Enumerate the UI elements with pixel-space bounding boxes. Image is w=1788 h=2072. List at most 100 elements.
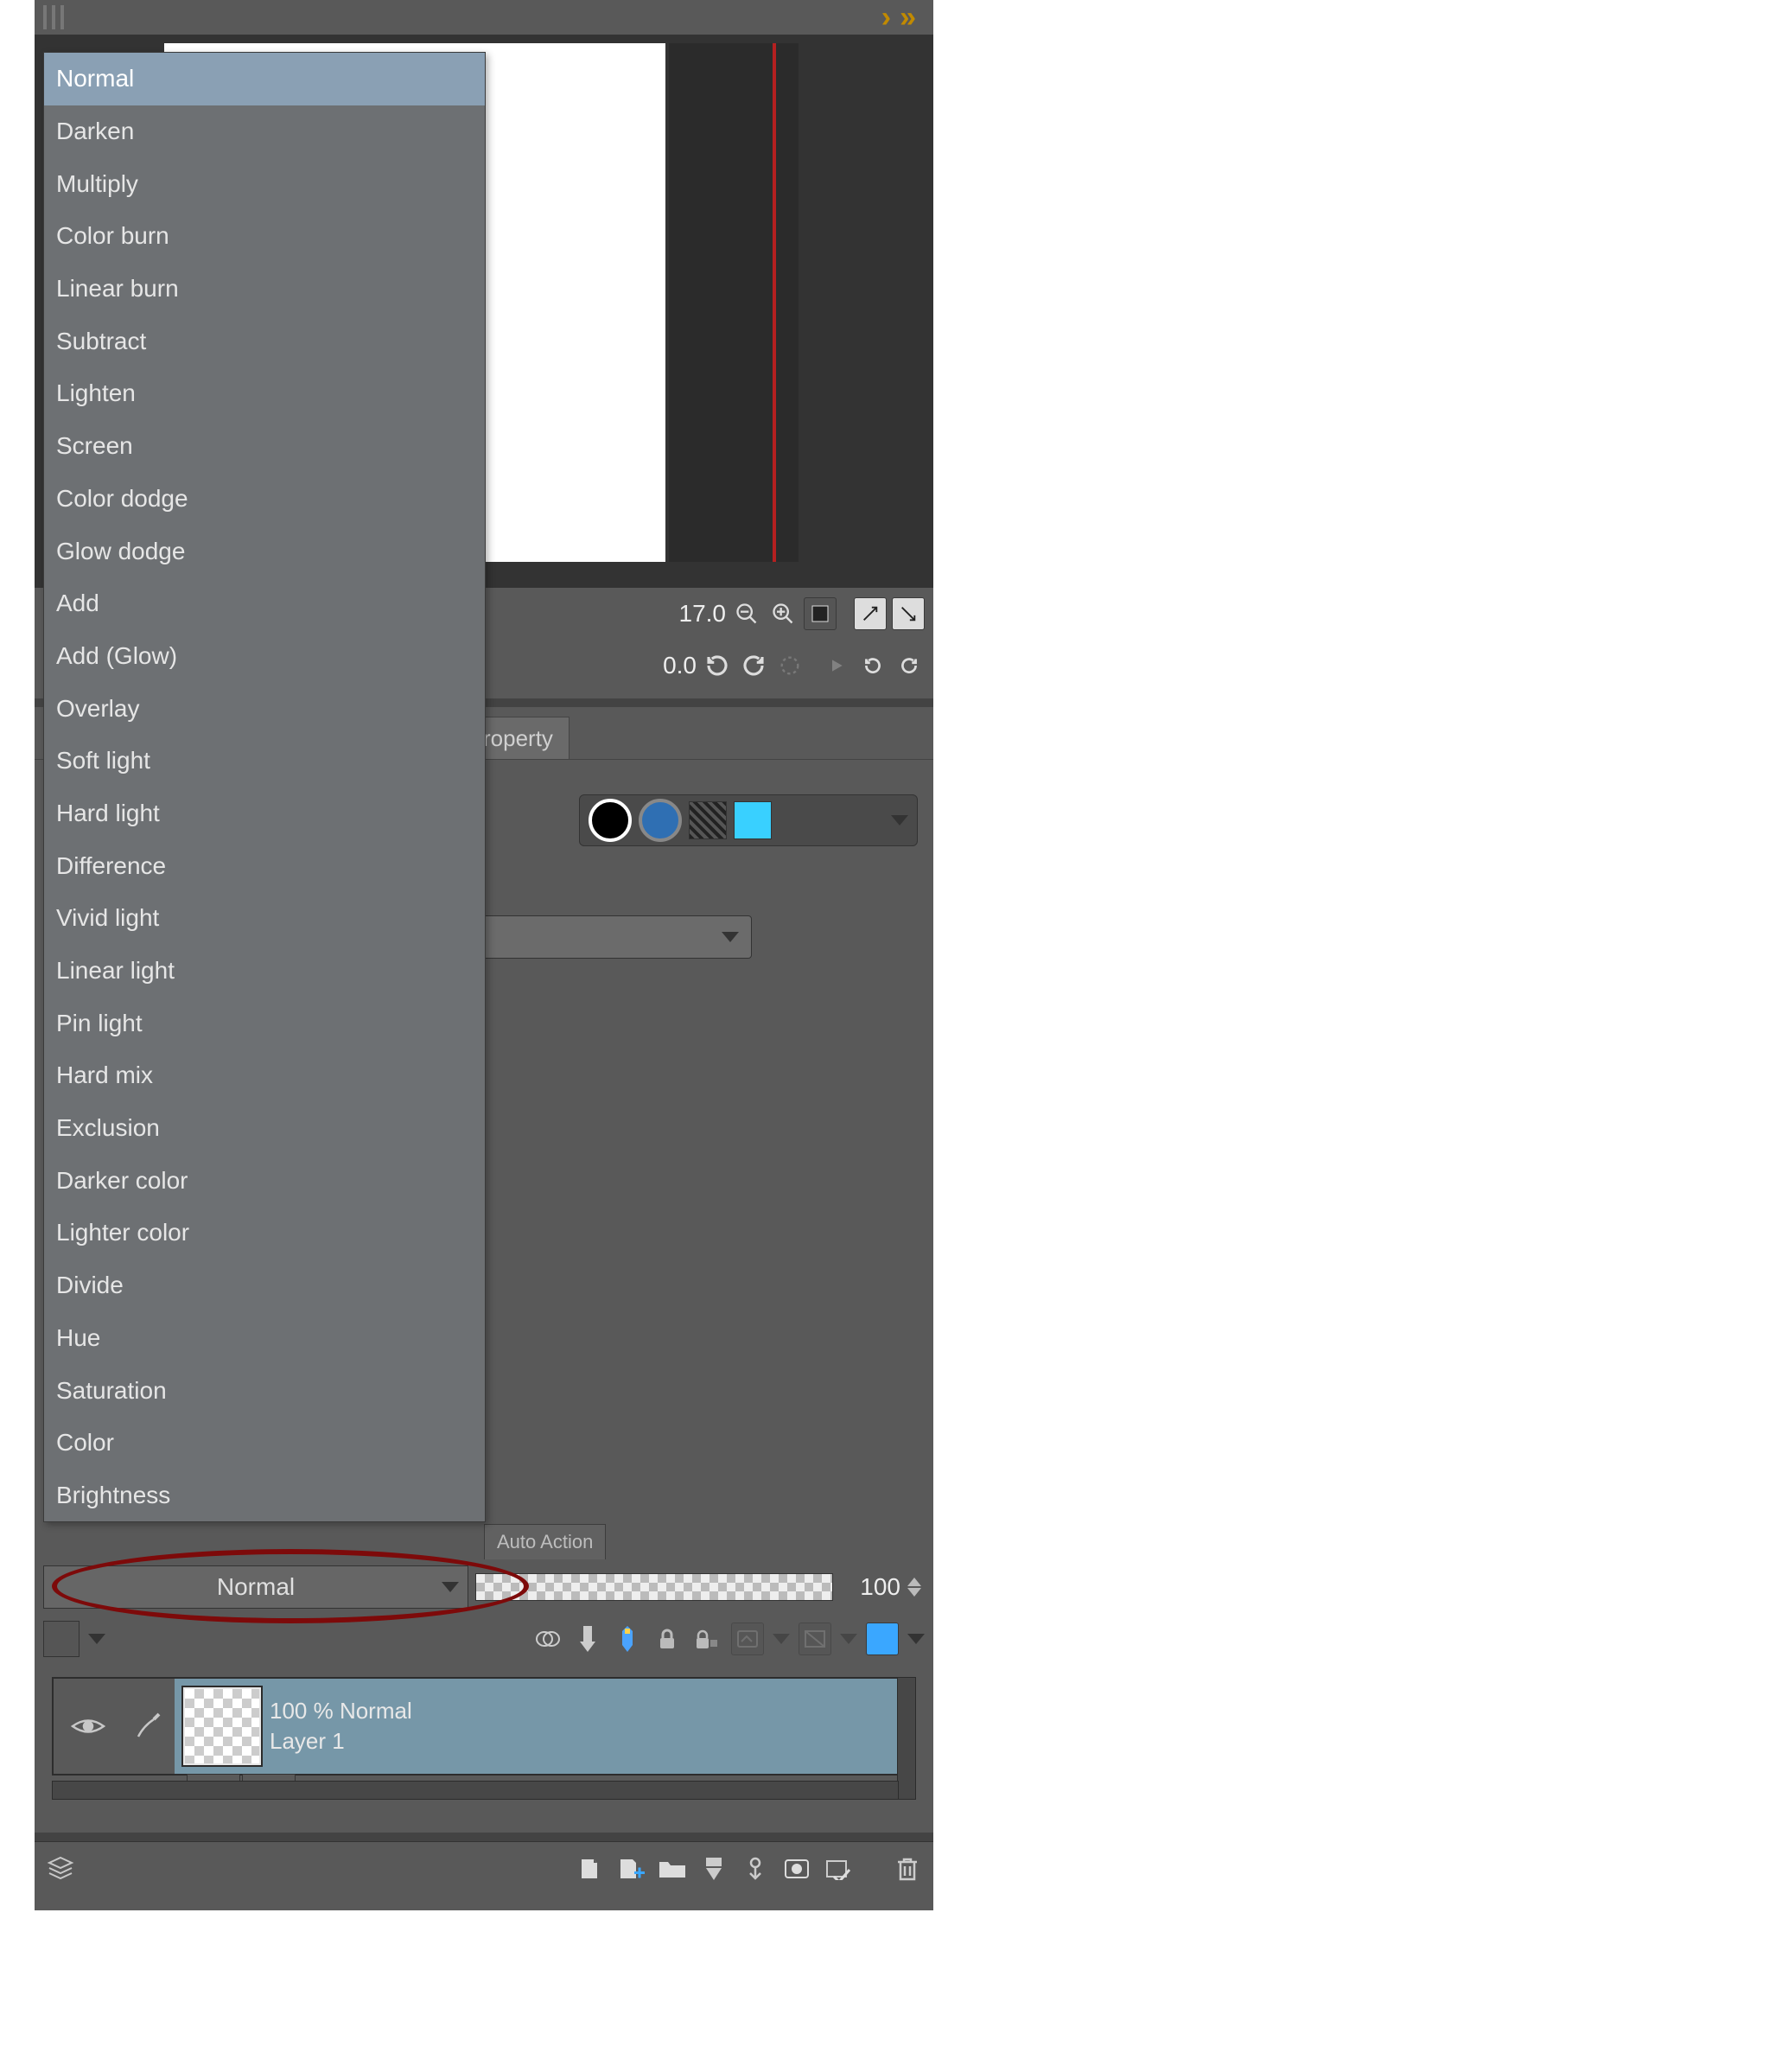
rotation-value: 0.0 bbox=[627, 652, 697, 679]
tab-auto-action-label: Auto Action bbox=[497, 1531, 593, 1553]
blend-mode-option[interactable]: Color bbox=[44, 1417, 485, 1470]
chevron-down-icon[interactable] bbox=[88, 1634, 105, 1644]
trash-icon[interactable] bbox=[892, 1853, 923, 1884]
clip-mask-icon[interactable] bbox=[532, 1623, 563, 1654]
flip-vertical-button[interactable] bbox=[892, 597, 925, 630]
lock-icon[interactable] bbox=[652, 1623, 683, 1654]
blend-mode-option[interactable]: Hard light bbox=[44, 787, 485, 840]
play-icon[interactable] bbox=[821, 650, 852, 681]
blend-mode-option[interactable]: Overlay bbox=[44, 682, 485, 735]
layer-status-label: 100 % Normal bbox=[270, 1698, 412, 1725]
blend-mode-option[interactable]: Exclusion bbox=[44, 1102, 485, 1155]
mask-button[interactable] bbox=[731, 1623, 764, 1655]
blend-mode-option[interactable]: Hue bbox=[44, 1312, 485, 1365]
chevron-down-icon bbox=[442, 1582, 459, 1592]
blend-mode-dropdown-label: Normal bbox=[217, 1573, 295, 1601]
layer-row[interactable]: 100 % Normal Layer 1 bbox=[52, 1677, 899, 1776]
app-panel: › » 17.0 0.0 bbox=[35, 0, 933, 1910]
blend-mode-option[interactable]: Darker color bbox=[44, 1154, 485, 1207]
blend-mode-option[interactable]: Darken bbox=[44, 105, 485, 158]
layer-type-button[interactable] bbox=[43, 1621, 80, 1657]
blend-mode-option[interactable]: Color burn bbox=[44, 210, 485, 263]
chevron-down-icon[interactable] bbox=[907, 1634, 925, 1644]
canvas-dark-region bbox=[669, 43, 799, 562]
zoom-out-icon[interactable] bbox=[731, 598, 762, 629]
blend-mode-dropdown[interactable]: Normal bbox=[43, 1565, 468, 1609]
flip-horizontal-button[interactable] bbox=[854, 597, 887, 630]
layer-active-edit-icon[interactable] bbox=[123, 1679, 175, 1774]
blend-mode-option[interactable]: Add bbox=[44, 577, 485, 630]
blend-mode-option[interactable]: Subtract bbox=[44, 315, 485, 367]
new-layer-icon[interactable] bbox=[574, 1853, 605, 1884]
opacity-spinner[interactable] bbox=[907, 1578, 925, 1597]
blend-mode-option[interactable]: Glow dodge bbox=[44, 525, 485, 577]
layer-horizontal-scrollbar[interactable] bbox=[52, 1781, 899, 1800]
lock-transparent-icon[interactable] bbox=[691, 1623, 722, 1654]
layer-text: 100 % Normal Layer 1 bbox=[270, 1698, 412, 1755]
blend-mode-option[interactable]: Difference bbox=[44, 839, 485, 892]
grip-icon bbox=[35, 5, 64, 29]
apply-mask-icon[interactable] bbox=[823, 1853, 854, 1884]
blend-mode-option[interactable]: Soft light bbox=[44, 735, 485, 787]
layer-visibility-toggle[interactable] bbox=[54, 1679, 123, 1774]
layer-opacity-slider[interactable] bbox=[475, 1573, 833, 1601]
layer-thumbnail[interactable] bbox=[183, 1687, 261, 1765]
blend-mode-option[interactable]: Color dodge bbox=[44, 473, 485, 526]
swatch-black[interactable] bbox=[589, 799, 632, 842]
swatch-blue[interactable] bbox=[639, 799, 682, 842]
chevron-right-icon[interactable]: › bbox=[881, 1, 891, 35]
swatch-dropdown-icon[interactable] bbox=[891, 815, 908, 826]
blend-mode-option[interactable]: Pin light bbox=[44, 997, 485, 1049]
blend-mode-option[interactable]: Vivid light bbox=[44, 892, 485, 945]
layer-vertical-scrollbar[interactable] bbox=[897, 1677, 916, 1800]
blend-mode-option[interactable]: Linear light bbox=[44, 945, 485, 998]
new-folder-icon[interactable] bbox=[657, 1853, 688, 1884]
chevron-down-icon bbox=[722, 932, 739, 942]
blend-mode-option[interactable]: Brightness bbox=[44, 1470, 485, 1522]
blend-mode-option[interactable]: Add (Glow) bbox=[44, 630, 485, 683]
blend-mode-option[interactable]: Hard mix bbox=[44, 1049, 485, 1102]
blend-mode-option[interactable]: Linear burn bbox=[44, 263, 485, 316]
merge-down-icon[interactable] bbox=[740, 1853, 771, 1884]
layer-footer-toolbar bbox=[35, 1841, 933, 1896]
double-chevron-right-icon[interactable]: » bbox=[900, 1, 916, 35]
chevron-down-icon[interactable] bbox=[773, 1634, 790, 1644]
draft-layer-icon[interactable] bbox=[612, 1623, 643, 1654]
blend-mode-option[interactable]: Screen bbox=[44, 420, 485, 473]
fit-screen-button[interactable] bbox=[804, 597, 837, 630]
tab-property-label: roperty bbox=[483, 725, 553, 752]
blend-mode-menu[interactable]: NormalDarkenMultiplyColor burnLinear bur… bbox=[43, 52, 486, 1522]
timeline-playhead[interactable] bbox=[773, 43, 776, 562]
zoom-value: 17.0 bbox=[657, 600, 726, 628]
swatch-cyan[interactable] bbox=[734, 801, 772, 839]
layer-toolbar bbox=[35, 1615, 933, 1663]
swatch-pattern[interactable] bbox=[689, 801, 727, 839]
chevron-down-icon[interactable] bbox=[840, 1634, 857, 1644]
create-mask-icon[interactable] bbox=[781, 1853, 812, 1884]
panel-drag-handle[interactable]: › » bbox=[35, 0, 933, 35]
layer-name-label[interactable]: Layer 1 bbox=[270, 1728, 412, 1755]
rotate-cw-icon[interactable] bbox=[738, 650, 769, 681]
lower-tab-row: Auto Action bbox=[35, 1520, 933, 1559]
rotate-ccw-icon[interactable] bbox=[702, 650, 733, 681]
tab-auto-action[interactable]: Auto Action bbox=[484, 1524, 606, 1559]
blend-mode-option[interactable]: Lighter color bbox=[44, 1207, 485, 1259]
new-layer-plus-icon[interactable] bbox=[615, 1853, 646, 1884]
reset-rotation-button[interactable] bbox=[774, 650, 805, 681]
rotate-cw-small-icon[interactable] bbox=[894, 650, 925, 681]
transfer-down-icon[interactable] bbox=[698, 1853, 729, 1884]
reference-layer-icon[interactable] bbox=[572, 1623, 603, 1654]
ruler-button[interactable] bbox=[799, 1623, 831, 1655]
layer-opacity-value: 100 bbox=[840, 1573, 900, 1601]
color-swatch-strip bbox=[579, 794, 918, 846]
blend-mode-option[interactable]: Normal bbox=[44, 53, 485, 105]
blend-mode-option[interactable]: Saturation bbox=[44, 1364, 485, 1417]
layers-stack-icon[interactable] bbox=[45, 1853, 76, 1884]
rotate-ccw-small-icon[interactable] bbox=[857, 650, 888, 681]
zoom-in-icon[interactable] bbox=[767, 598, 799, 629]
blend-mode-option[interactable]: Lighten bbox=[44, 367, 485, 420]
layer-color-button[interactable] bbox=[866, 1623, 899, 1655]
blend-mode-option[interactable]: Multiply bbox=[44, 157, 485, 210]
blend-mode-option[interactable]: Divide bbox=[44, 1259, 485, 1312]
layer-blend-row: Normal 100 bbox=[35, 1559, 933, 1615]
